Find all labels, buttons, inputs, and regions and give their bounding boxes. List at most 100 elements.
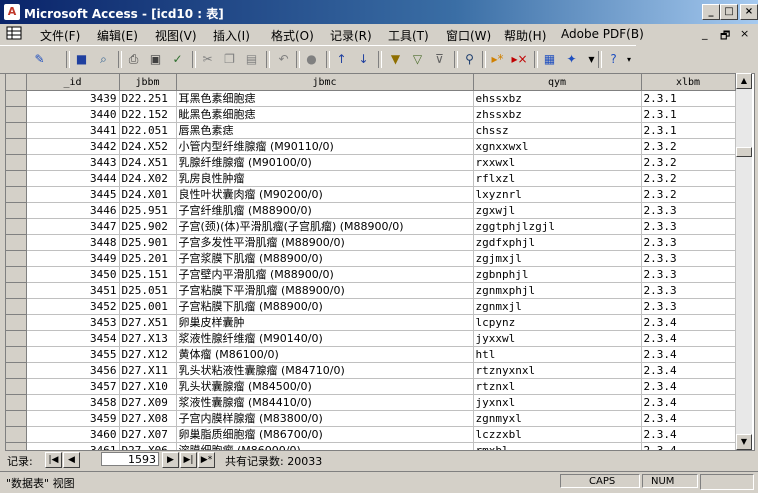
cell-jbbm[interactable]: D22.051 xyxy=(119,122,177,139)
cell-id[interactable]: 3459 xyxy=(26,410,120,427)
row-selector[interactable] xyxy=(6,170,27,187)
menu-records[interactable]: 记录(R) xyxy=(330,27,372,44)
cell-jbmc[interactable]: 小管内型纤维腺瘤 (M90110/0) xyxy=(176,138,474,155)
cell-jbbm[interactable]: D22.152 xyxy=(119,106,177,123)
vertical-scrollbar[interactable]: ▲ ▼ xyxy=(736,73,752,450)
row-selector[interactable] xyxy=(6,202,27,219)
spelling-icon[interactable]: ✓ xyxy=(168,50,187,69)
hyperlink-icon[interactable]: ● xyxy=(302,50,321,69)
table-row[interactable]: 3451 D25.051 子宫粘膜下平滑肌瘤 (M88900/0) zgnmxphjl… xyxy=(6,282,736,299)
search-file-icon[interactable]: ⌕ xyxy=(94,50,113,69)
copy-icon[interactable]: ❐ xyxy=(220,50,239,69)
column-header-jbmc[interactable]: jbmc xyxy=(176,74,474,91)
menu-tools[interactable]: 工具(T) xyxy=(388,27,429,44)
row-selector[interactable] xyxy=(6,266,27,283)
row-selector[interactable] xyxy=(6,122,27,139)
cell-jbmc[interactable]: 耳黑色素细胞痣 xyxy=(176,90,474,107)
cell-jbbm[interactable]: D27.X12 xyxy=(119,346,177,363)
cell-id[interactable]: 3442 xyxy=(26,138,120,155)
menu-format[interactable]: 格式(O) xyxy=(271,27,314,44)
toolbar-options-icon[interactable]: ▾ xyxy=(624,50,634,69)
find-icon[interactable]: ⚲ xyxy=(460,50,479,69)
cell-id[interactable]: 3458 xyxy=(26,394,120,411)
save-icon[interactable]: ■ xyxy=(72,50,91,69)
cell-qym[interactable]: rtznxl xyxy=(473,378,642,395)
last-record-icon[interactable]: ▶| xyxy=(180,452,197,468)
cell-id[interactable]: 3451 xyxy=(26,282,120,299)
column-header-xlbm[interactable]: xlbm xyxy=(641,74,736,91)
row-selector[interactable] xyxy=(6,394,27,411)
cell-qym[interactable]: zgbnphjl xyxy=(473,266,642,283)
cell-xlbm[interactable]: 2.3.1 xyxy=(641,90,736,107)
row-selector[interactable] xyxy=(6,426,27,443)
cell-id[interactable]: 3452 xyxy=(26,298,120,315)
cell-xlbm[interactable]: 2.3.3 xyxy=(641,298,736,315)
row-selector[interactable] xyxy=(6,282,27,299)
table-row[interactable]: 3454 D27.X13 浆液性腺纤维瘤 (M90140/0) jyxxwl 2.3.4 xyxy=(6,330,736,347)
cell-qym[interactable]: jyxxwl xyxy=(473,330,642,347)
current-record-input[interactable]: 1593 xyxy=(101,452,159,466)
cell-qym[interactable]: rxxwxl xyxy=(473,154,642,171)
cell-id[interactable]: 3454 xyxy=(26,330,120,347)
column-header-jbbm[interactable]: jbbm xyxy=(119,74,177,91)
cell-xlbm[interactable]: 2.3.3 xyxy=(641,250,736,267)
cell-xlbm[interactable]: 2.3.4 xyxy=(641,346,736,363)
table-row[interactable]: 3440 D22.152 眦黑色素细胞痣 zhssxbz 2.3.1 xyxy=(6,106,736,123)
row-selector[interactable] xyxy=(6,154,27,171)
print-preview-icon[interactable]: ▣ xyxy=(146,50,165,69)
cell-xlbm[interactable]: 2.3.3 xyxy=(641,202,736,219)
paste-icon[interactable]: ▤ xyxy=(242,50,261,69)
cell-id[interactable]: 3439 xyxy=(26,90,120,107)
cell-jbmc[interactable]: 浆液性囊腺瘤 (M84410/0) xyxy=(176,394,474,411)
cell-qym[interactable]: zgnmxjl xyxy=(473,298,642,315)
table-row[interactable]: 3449 D25.201 子宫浆膜下肌瘤 (M88900/0) zgjmxjl 2.3.… xyxy=(6,250,736,267)
table-row[interactable]: 3457 D27.X10 乳头状囊腺瘤 (M84500/0) rtznxl 2.3.4 xyxy=(6,378,736,395)
table-row[interactable]: 3461 D27.X06 溶膜细胞瘤 (M86000/0) rmxbl 2.3.4 xyxy=(6,442,736,450)
table-row[interactable]: 3460 D27.X07 卵巢脂质细胞瘤 (M86700/0) lczzxbl 2.3.… xyxy=(6,426,736,443)
cell-jbmc[interactable]: 子宫浆膜下肌瘤 (M88900/0) xyxy=(176,250,474,267)
row-selector[interactable] xyxy=(6,442,27,450)
delete-record-icon[interactable]: ▸× xyxy=(510,50,529,69)
cell-jbbm[interactable]: D25.901 xyxy=(119,234,177,251)
filter-by-selection-icon[interactable]: ▼ xyxy=(386,50,405,69)
cell-qym[interactable]: htl xyxy=(473,346,642,363)
cell-qym[interactable]: rflxzl xyxy=(473,170,642,187)
cell-qym[interactable]: lxyznrl xyxy=(473,186,642,203)
cell-jbmc[interactable]: 子宫粘膜下平滑肌瘤 (M88900/0) xyxy=(176,282,474,299)
cell-qym[interactable]: chssz xyxy=(473,122,642,139)
row-selector[interactable] xyxy=(6,362,27,379)
cell-xlbm[interactable]: 2.3.4 xyxy=(641,410,736,427)
select-all-corner[interactable] xyxy=(6,74,27,91)
row-selector[interactable] xyxy=(6,106,27,123)
cell-xlbm[interactable]: 2.3.4 xyxy=(641,362,736,379)
menu-help[interactable]: 帮助(H) xyxy=(504,27,546,44)
close-button[interactable]: × xyxy=(740,4,758,20)
minimize-button[interactable]: _ xyxy=(702,4,720,20)
cell-xlbm[interactable]: 2.3.2 xyxy=(641,170,736,187)
cell-qym[interactable]: zgdfxphjl xyxy=(473,234,642,251)
cell-jbbm[interactable]: D25.001 xyxy=(119,298,177,315)
cell-jbmc[interactable]: 子宫(颈)(体)平滑肌瘤(子宫肌瘤) (M88900/0) xyxy=(176,218,474,235)
cell-qym[interactable]: zgxwjl xyxy=(473,202,642,219)
cell-id[interactable]: 3446 xyxy=(26,202,120,219)
cell-jbmc[interactable]: 黄体瘤 (M86100/0) xyxy=(176,346,474,363)
menu-edit[interactable]: 编辑(E) xyxy=(97,27,138,44)
cell-xlbm[interactable]: 2.3.1 xyxy=(641,122,736,139)
row-selector[interactable] xyxy=(6,378,27,395)
access-app-icon[interactable]: A xyxy=(4,4,20,20)
cell-qym[interactable]: zgnmyxl xyxy=(473,410,642,427)
cell-id[interactable]: 3450 xyxy=(26,266,120,283)
cell-id[interactable]: 3455 xyxy=(26,346,120,363)
cell-jbmc[interactable]: 子宫多发性平滑肌瘤 (M88900/0) xyxy=(176,234,474,251)
cell-id[interactable]: 3440 xyxy=(26,106,120,123)
cell-jbmc[interactable]: 溶膜细胞瘤 (M86000/0) xyxy=(176,442,474,450)
row-selector[interactable] xyxy=(6,218,27,235)
cell-jbbm[interactable]: D24.X51 xyxy=(119,154,177,171)
cell-id[interactable]: 3456 xyxy=(26,362,120,379)
row-selector[interactable] xyxy=(6,234,27,251)
maximize-button[interactable]: □ xyxy=(720,4,738,20)
cell-id[interactable]: 3453 xyxy=(26,314,120,331)
previous-record-icon[interactable]: ◀ xyxy=(63,452,80,468)
table-row[interactable]: 3452 D25.001 子宫粘膜下肌瘤 (M88900/0) zgnmxjl 2.3.… xyxy=(6,298,736,315)
doc-close-button[interactable]: × xyxy=(740,27,749,40)
